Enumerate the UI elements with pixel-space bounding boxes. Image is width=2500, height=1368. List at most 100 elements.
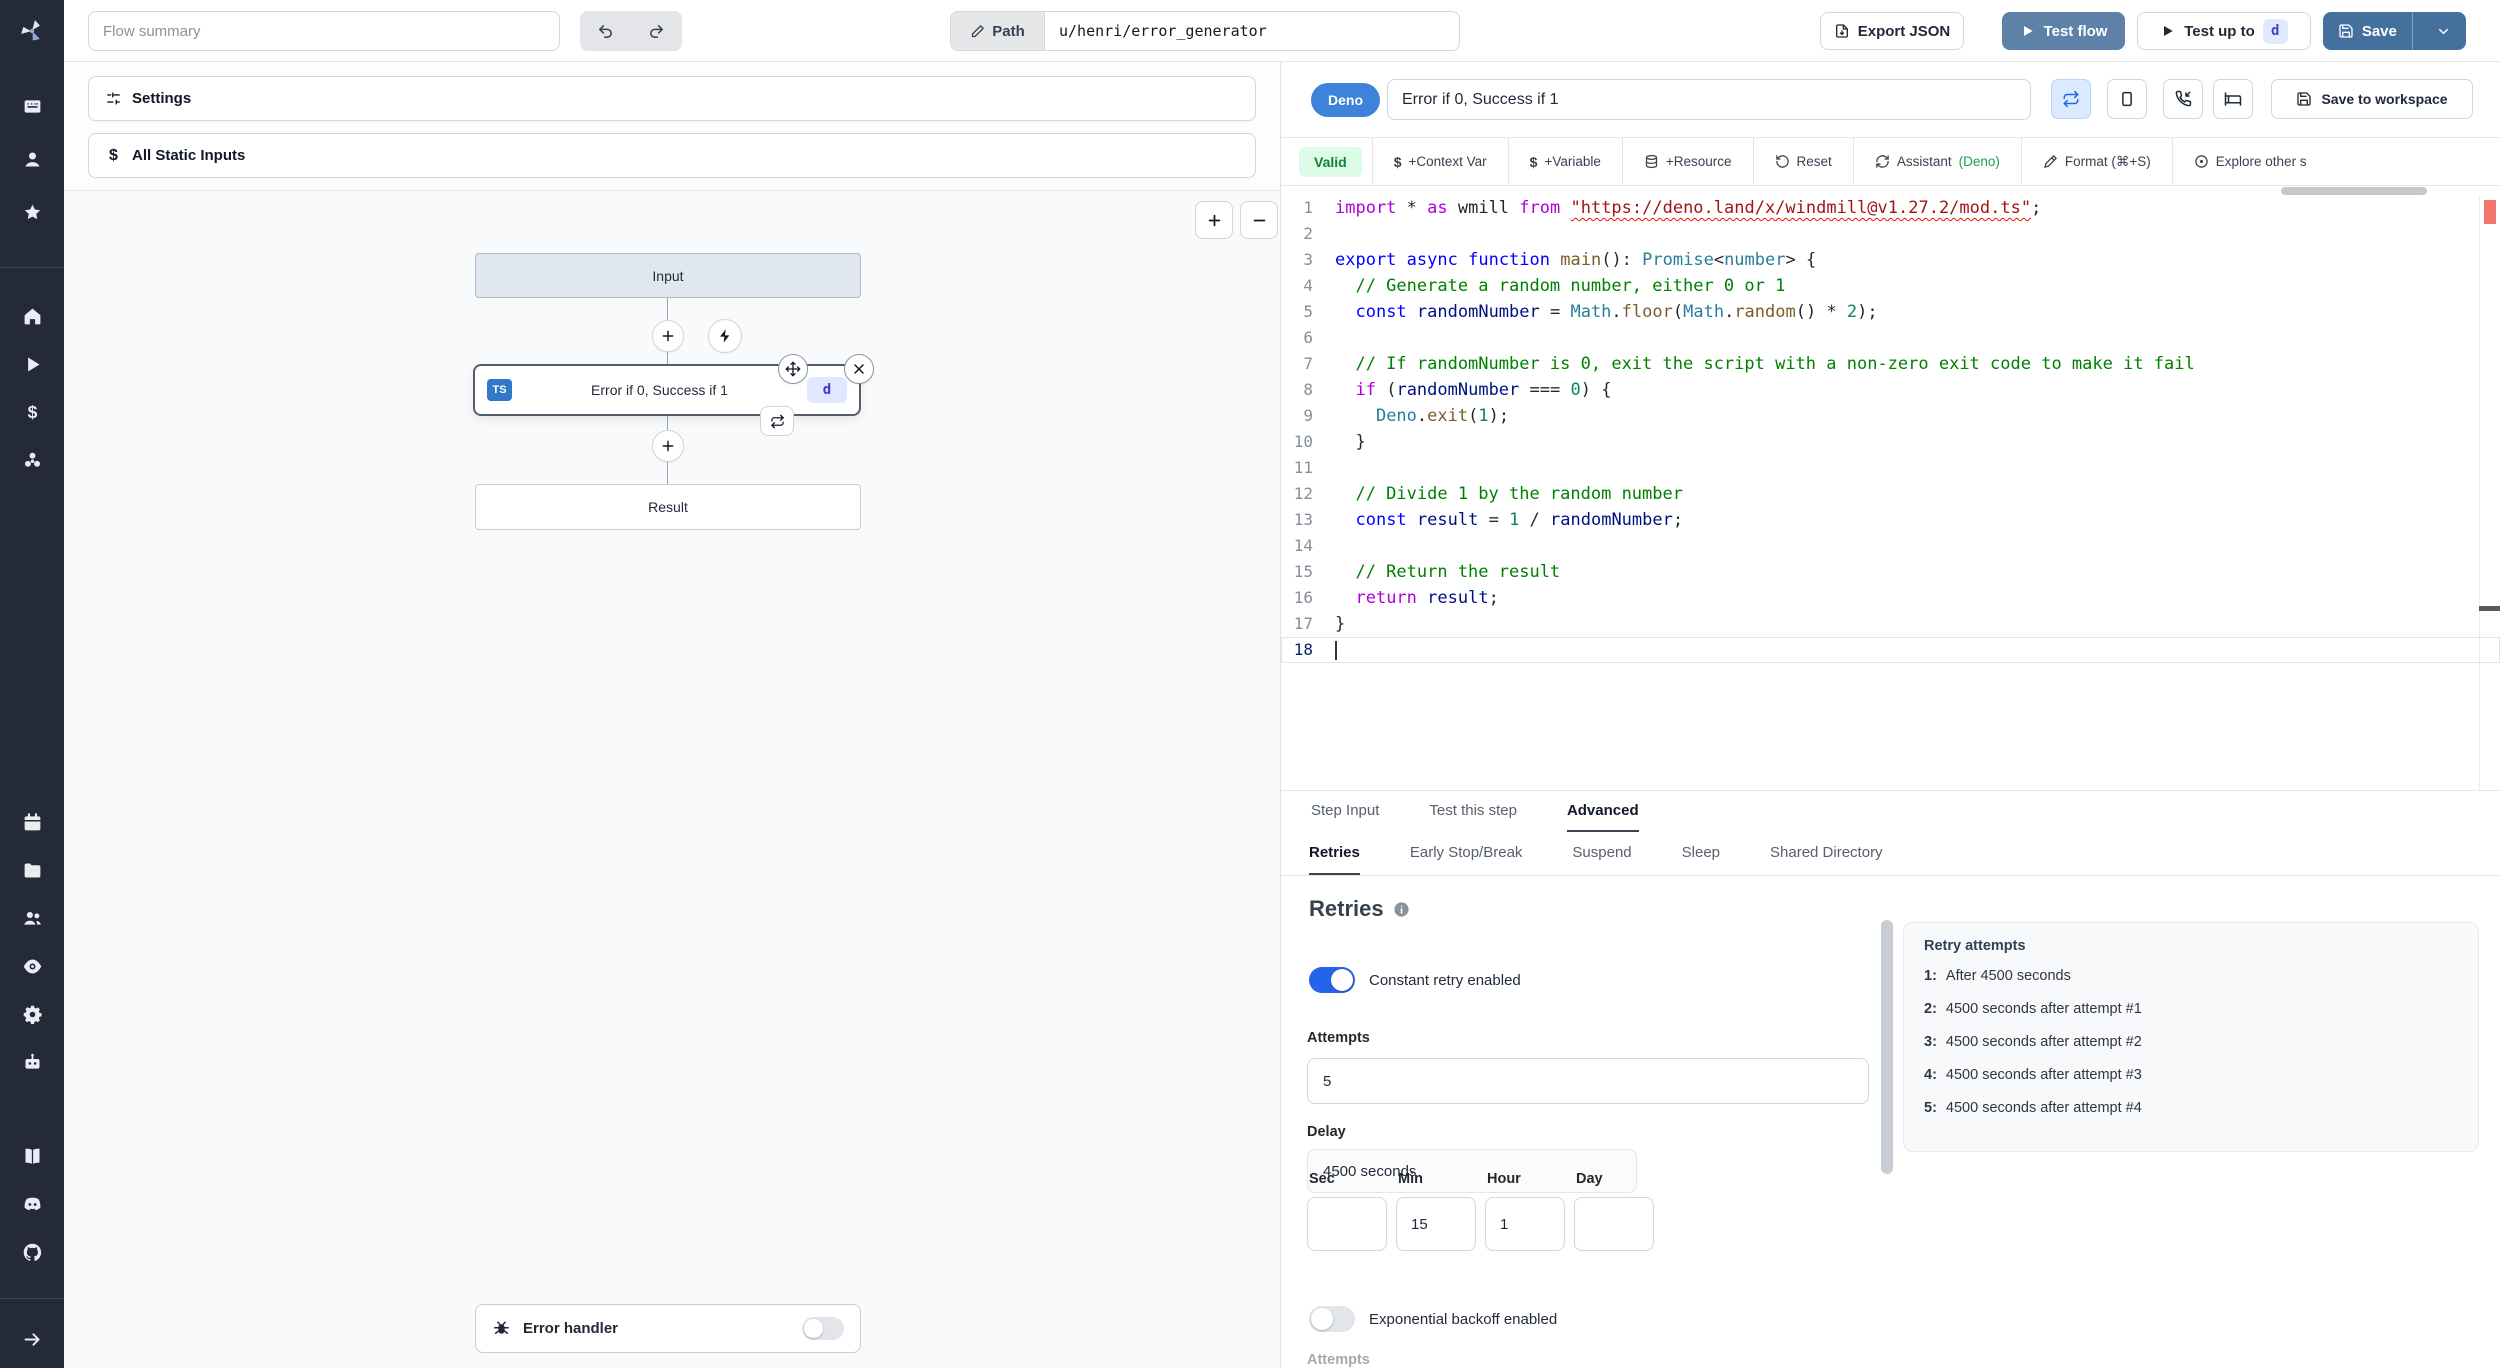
sidebar-item-home[interactable] [0,292,64,340]
delete-step-button[interactable] [844,354,874,384]
code-line[interactable]: 6 [1281,325,2500,351]
tab-advanced[interactable]: Advanced [1566,791,1639,832]
code-editor[interactable]: 1 import * as wmill from "https://deno.la… [1281,195,2500,790]
code-line[interactable]: 8 if (randomNumber === 0) { [1281,377,2500,403]
code-line[interactable]: 3 export async function main(): Promise<n… [1281,247,2500,273]
explore-scripts-button[interactable]: Explore other s [2173,154,2328,169]
info-icon[interactable] [1393,901,1410,918]
save-to-workspace-button[interactable]: Save to workspace [2271,79,2473,119]
subtab-suspend[interactable]: Suspend [1572,832,1631,875]
flow-graph[interactable]: Input TS Error if 0, Success if 1 d Resu… [64,190,1280,1368]
all-static-inputs-button[interactable]: $ All Static Inputs [88,133,1256,178]
swap-step-button[interactable] [760,406,794,436]
sidebar-item-play[interactable] [0,340,64,388]
path-control[interactable]: Path u/henri/error_generator [950,11,1460,51]
sidebar-item-users[interactable] [0,894,64,942]
suspend-indicator-button[interactable] [2163,79,2203,119]
redo-button[interactable] [631,11,682,51]
sidebar-item-app-window[interactable] [0,80,64,133]
add-variable-button[interactable]: $ +Variable [1509,154,1622,170]
sidebar-item-star[interactable] [0,186,64,239]
line-number: 11 [1293,458,1313,477]
sidebar-item-gear[interactable] [0,990,64,1038]
format-button[interactable]: Format (⌘+S) [2022,154,2172,170]
code-line[interactable]: 17} [1281,611,2500,637]
code-line[interactable]: 2 [1281,221,2500,247]
early-stop-indicator-button[interactable] [2107,79,2147,119]
subtab-shared-directory[interactable]: Shared Directory [1770,832,1883,875]
code-line[interactable]: 18 [1281,637,2500,663]
save-button[interactable]: Save [2323,12,2413,50]
retries-indicator-button[interactable] [2051,79,2091,119]
attempts-input[interactable] [1307,1058,1869,1104]
path-label: Path [992,22,1025,40]
line-content: return result; [1355,588,1499,608]
subtab-sleep[interactable]: Sleep [1682,832,1720,875]
add-resource-button[interactable]: +Resource [1623,154,1753,169]
line-content: // Generate a random number, either 0 or… [1335,276,1786,296]
reset-button[interactable]: Reset [1754,154,1853,169]
zoom-in-button[interactable] [1195,201,1233,239]
sidebar-item-folder[interactable] [0,846,64,894]
sec-input[interactable] [1307,1197,1387,1251]
assistant-button[interactable]: Assistant (Deno) [1854,154,2021,169]
exponential-backoff-toggle[interactable] [1309,1306,1355,1332]
flow-settings-button[interactable]: Settings [88,76,1256,121]
tab-test-this-step[interactable]: Test this step [1429,791,1517,832]
sidebar-item-user[interactable] [0,133,64,186]
flow-summary-input[interactable] [88,11,560,51]
code-line[interactable]: 5 const randomNumber = Math.floor(Math.r… [1281,299,2500,325]
path-value[interactable]: u/henri/error_generator [1045,12,1459,50]
undo-button[interactable] [580,11,631,51]
sleep-indicator-button[interactable] [2213,79,2253,119]
export-json-button[interactable]: Export JSON [1820,12,1964,50]
day-input[interactable] [1574,1197,1654,1251]
error-handler-node[interactable]: Error handler [475,1304,861,1353]
sidebar-item-github[interactable] [0,1228,64,1276]
subtab-early-stop[interactable]: Early Stop/Break [1410,832,1523,875]
code-line[interactable]: 1 import * as wmill from "https://deno.la… [1281,195,2500,221]
sidebar-item-calendar[interactable] [0,798,64,846]
code-line[interactable]: 7 // If randomNumber is 0, exit the scri… [1281,351,2500,377]
constant-retry-row: Constant retry enabled [1309,967,1521,993]
code-line[interactable]: 14 [1281,533,2500,559]
add-context-var-button[interactable]: $ +Context Var [1373,154,1508,170]
zoom-out-button[interactable] [1240,201,1278,239]
code-line[interactable]: 15 // Return the result [1281,559,2500,585]
insert-step-before-button[interactable] [652,320,684,352]
flow-node-input[interactable]: Input [475,253,861,298]
test-up-to-button[interactable]: Test up to d [2137,12,2311,50]
code-line[interactable]: 4 // Generate a random number, either 0 … [1281,273,2500,299]
hour-input[interactable] [1485,1197,1565,1251]
sidebar-item-arrow-right[interactable] [0,1315,64,1363]
sidebar-item-book[interactable] [0,1132,64,1180]
horizontal-scrollbar-thumb[interactable] [2281,187,2427,195]
step-title-input[interactable] [1387,79,2031,120]
code-line[interactable]: 9 Deno.exit(1); [1281,403,2500,429]
flow-node-result[interactable]: Result [475,484,861,530]
tab-step-input[interactable]: Step Input [1311,791,1379,832]
sidebar-item-robot[interactable] [0,1038,64,1086]
vertical-scrollbar-thumb[interactable] [1881,920,1893,1174]
test-flow-button[interactable]: Test flow [2002,12,2125,50]
code-line[interactable]: 12 // Divide 1 by the random number [1281,481,2500,507]
error-handler-toggle[interactable] [802,1317,844,1340]
constant-retry-toggle[interactable] [1309,967,1355,993]
code-line[interactable]: 10 } [1281,429,2500,455]
sidebar-item-eye[interactable] [0,942,64,990]
min-input[interactable] [1396,1197,1476,1251]
code-line[interactable]: 11 [1281,455,2500,481]
code-line[interactable]: 16 return result; [1281,585,2500,611]
text-cursor [1335,640,1337,660]
save-menu-button[interactable] [2421,12,2466,50]
trigger-button[interactable] [708,319,742,353]
windmill-logo[interactable] [0,0,64,62]
sidebar-item-dollar[interactable]: $ [0,388,64,436]
subtab-retries[interactable]: Retries [1309,832,1360,875]
move-step-handle[interactable] [778,354,808,384]
sidebar-item-resources[interactable] [0,436,64,484]
gear-icon [22,1004,43,1025]
code-line[interactable]: 13 const result = 1 / randomNumber; [1281,507,2500,533]
insert-step-after-button[interactable] [652,430,684,462]
sidebar-item-discord[interactable] [0,1180,64,1228]
